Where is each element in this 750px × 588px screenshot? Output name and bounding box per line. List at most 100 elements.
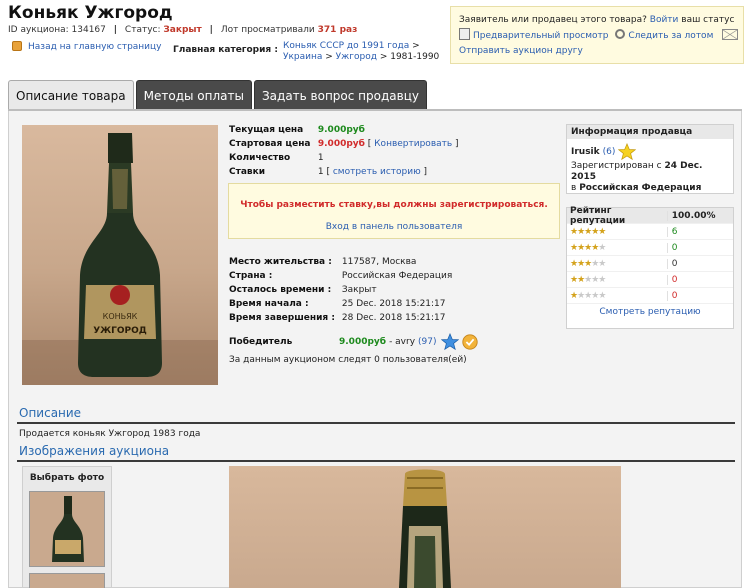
reputation-stars-icon: ★★★★★ [570, 290, 606, 301]
tab-description[interactable]: Описание товара [8, 80, 134, 110]
tab-bar: Описание товара Методы оплаты Задать воп… [8, 80, 427, 110]
bottle-label-brand: КОНЬЯК [103, 312, 138, 321]
quantity-row: Количество 1 [229, 153, 324, 163]
time-left-value: Закрыт [341, 285, 377, 295]
convert-link[interactable]: Конвертировать [374, 139, 452, 149]
bids-label: Ставки [229, 167, 266, 177]
description-text: Продается коньяк Ужгород 1983 года [19, 429, 201, 439]
reputation-header-label: Рейтинг репутации [570, 205, 626, 226]
reputation-box: Рейтинг репутации 100.00% ★★★★★ 6 ★★★★★ 0 ★★… [566, 205, 734, 329]
view-reputation-link[interactable]: Смотреть репутацию [599, 307, 700, 317]
seller-country: Российская Федерация [579, 183, 702, 193]
watch-link[interactable]: Следить за лотом [628, 31, 713, 41]
category-link-ukraine[interactable]: Украина [283, 52, 322, 62]
end-time-value: 28 Dec. 2018 15:21:17 [341, 313, 446, 323]
user-panel-link[interactable]: Вход в панель пользователя [326, 222, 463, 232]
seller-info-box: Информация продавца Irusik (6) Зарегистр… [566, 124, 734, 194]
thumbnail-2[interactable] [29, 573, 105, 588]
reputation-stars-icon: ★★★★★ [570, 258, 606, 269]
reputation-row: ★★★★★ 6 [567, 224, 733, 240]
envelope-icon[interactable] [722, 29, 739, 40]
country-label: Страна : [229, 271, 273, 281]
reputation-count: 0 [666, 258, 733, 269]
reputation-header: Рейтинг репутации 100.00% [567, 205, 733, 226]
start-time-value: 25 Dec. 2018 15:21:17 [341, 299, 446, 309]
quantity-label: Количество [229, 153, 291, 163]
thumbnail-1[interactable] [29, 491, 105, 567]
seller-rating-link[interactable]: (6) [603, 147, 616, 157]
current-price-row: Текущая цена 9.000руб [229, 125, 365, 135]
status-value: Закрыт [163, 25, 202, 35]
thumbnail-bottle-image [52, 496, 84, 562]
start-time-label: Время начала : [229, 299, 309, 309]
choose-photo-label: Выбрать фото [29, 473, 105, 483]
end-time-label: Время завершения : [229, 313, 335, 323]
magnifier-icon [615, 29, 626, 39]
seller-country-prefix: в [571, 183, 577, 193]
thumbnail-panel: Выбрать фото [22, 466, 112, 588]
category-label: Главная категория : [173, 45, 278, 55]
tab-ask-seller[interactable]: Задать вопрос продавцу [253, 80, 427, 110]
images-heading: Изображения аукциона [19, 444, 170, 458]
registered-label: Зарегистрирован с [571, 161, 662, 171]
status-label: Статус: [124, 25, 161, 35]
bottle-image: КОНЬЯК УЖГОРОД [22, 133, 218, 385]
reputation-stars-icon: ★★★★★ [570, 226, 606, 237]
reputation-count: 6 [666, 226, 733, 237]
winner-row: Победитель 9.000руб - avry (97) [229, 333, 479, 351]
category-link-uzhgorod[interactable]: Ужгород [336, 52, 377, 62]
start-price-label: Стартовая цена [229, 139, 311, 149]
category-breadcrumb: Коньяк СССР до 1991 года > Украина > Ужг… [283, 41, 440, 62]
views-label: Лот просматривали [220, 25, 315, 35]
preview-link[interactable]: Предварительный просмотр [473, 31, 608, 41]
send-to-friend-link[interactable]: Отправить аукцион другу [459, 46, 583, 56]
gold-star-icon [618, 143, 637, 161]
reputation-row: ★★★★★ 0 [567, 272, 733, 288]
bid-history-link[interactable]: смотреть историю [333, 167, 421, 177]
location-value: 117587, Москва [341, 257, 417, 267]
reputation-row: ★★★★★ 0 [567, 240, 733, 256]
reputation-stars-icon: ★★★★★ [570, 274, 606, 285]
start-price-row: Стартовая цена 9.000руб [ Конвертировать… [229, 139, 459, 149]
auction-id: 134167 [71, 25, 106, 35]
end-time-row: Время завершения : 28 Dec. 2018 15:21:17 [229, 313, 446, 323]
back-link-row: Назад на главную страницу [12, 41, 161, 52]
winner-name: - avry [389, 337, 416, 347]
winner-price: 9.000руб [339, 337, 387, 347]
auction-meta: ID аукциона: 134167 | Статус: Закрыт | Л… [8, 25, 358, 35]
start-time-row: Время начала : 25 Dec. 2018 15:21:17 [229, 299, 446, 309]
back-link[interactable]: Назад на главную страницу [28, 42, 161, 52]
description-divider [17, 422, 735, 424]
login-link[interactable]: Войти [650, 15, 679, 25]
winner-rating-link[interactable]: (97) [418, 337, 436, 347]
location-row: Место жительства : 117587, Москва [229, 257, 416, 267]
product-photo[interactable]: КОНЬЯК УЖГОРОД [22, 125, 218, 385]
reputation-row: ★★★★★ 0 [567, 288, 733, 304]
time-left-label: Осталось времени : [229, 285, 332, 295]
large-bottle-image [399, 469, 451, 588]
blue-star-icon [440, 333, 459, 351]
reputation-row: ★★★★★ 0 [567, 256, 733, 272]
country-value: Российская Федерация [341, 271, 453, 281]
location-label: Место жительства : [229, 257, 332, 267]
seller-info-title: Информация продавца [567, 125, 733, 139]
category-link-ussr[interactable]: Коньяк СССР до 1991 года [283, 41, 409, 51]
description-heading: Описание [19, 406, 82, 420]
large-photo[interactable] [229, 466, 621, 588]
current-price-label: Текущая цена [229, 125, 304, 135]
views-count: 371 раз [317, 25, 358, 35]
reputation-count: 0 [666, 242, 733, 253]
winner-label: Победитель [229, 337, 293, 347]
reputation-stars-icon: ★★★★★ [570, 242, 606, 253]
watchers-text: За данным аукционом следят 0 пользовател… [229, 355, 467, 365]
verified-badge-icon [461, 334, 478, 350]
home-icon [12, 41, 22, 51]
country-row: Страна : Российская Федерация [229, 271, 452, 281]
preview-icon [459, 28, 470, 40]
reputation-count: 0 [666, 274, 733, 285]
auction-id-label: ID аукциона: [8, 25, 69, 35]
quantity-value: 1 [317, 153, 324, 163]
tab-payment-methods[interactable]: Методы оплаты [135, 80, 252, 110]
current-price: 9.000руб [317, 125, 365, 135]
notice-text-end: ваш статус [681, 15, 735, 25]
